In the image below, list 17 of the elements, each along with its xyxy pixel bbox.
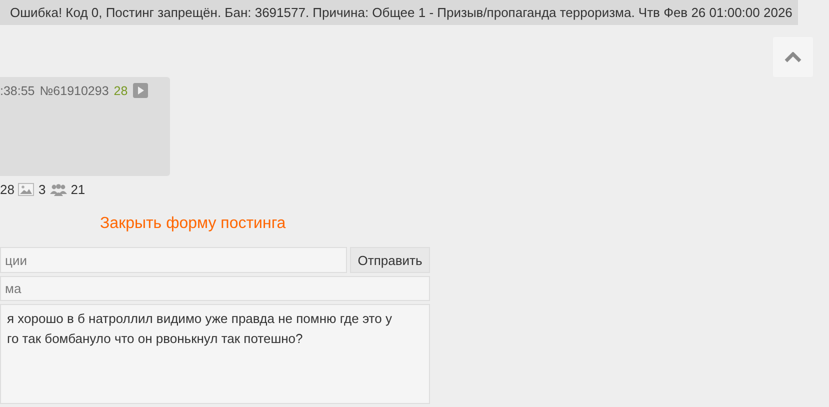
- post-count: 28: [0, 182, 14, 197]
- subject-field[interactable]: ции: [0, 247, 347, 273]
- play-icon[interactable]: [132, 83, 148, 98]
- image-count: 3: [38, 182, 46, 197]
- post-time: :38:55: [0, 84, 35, 98]
- poster-count: 21: [70, 182, 86, 197]
- chevron-up-icon: [784, 52, 802, 62]
- close-form-link[interactable]: Закрыть форму постинга: [100, 215, 286, 232]
- image-icon: [18, 183, 34, 196]
- people-icon: [50, 184, 67, 196]
- send-button[interactable]: Отправить: [350, 247, 430, 273]
- error-message: Ошибка! Код 0, Постинг запрещён. Бан: 3691577. Причина: Общее 1 - Призыв/пропаганда терроризма. Чтв Фев 26 01:00:00 2026: [0, 0, 798, 25]
- name-field[interactable]: ма: [0, 276, 430, 301]
- reply-count[interactable]: 28: [114, 84, 128, 98]
- post-number-link[interactable]: №61910293: [40, 84, 109, 98]
- comment-field[interactable]: я хорошо в б натроллил видимо уже правда не помню где это у го так бомбануло что он рвонькнул так потешно?: [0, 304, 430, 404]
- scroll-up-button[interactable]: [773, 37, 813, 77]
